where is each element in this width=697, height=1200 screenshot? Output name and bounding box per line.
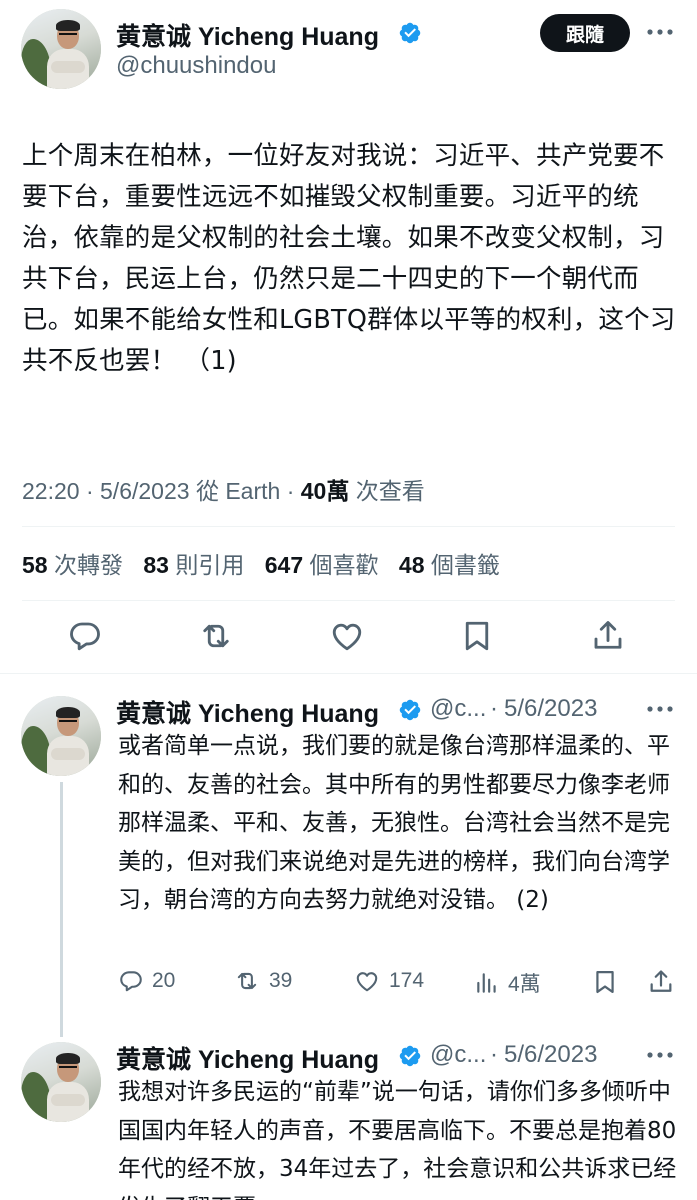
like-icon[interactable]: [329, 618, 365, 654]
views-count: 40萬: [300, 478, 350, 504]
reply-handle[interactable]: @c...: [430, 695, 486, 723]
views-icon: [477, 973, 496, 993]
share-icon[interactable]: [590, 618, 626, 654]
reply-text: 我想对许多民运的“前辈”说一句话，请你们多多倾听中国国内年轻人的声音，不要居高临…: [118, 1079, 677, 1200]
follow-button[interactable]: 跟隨: [540, 14, 630, 52]
tweet-stats: 58 次轉發 83 則引用 647 個喜歡 48 個書籤: [22, 546, 514, 580]
views-count: 4萬: [508, 973, 541, 996]
reply-reply-button[interactable]: 20: [118, 968, 175, 994]
retweet-icon: [237, 972, 257, 990]
stat-retweets[interactable]: 58 次轉發: [22, 552, 137, 578]
reply-like-button[interactable]: 174: [353, 968, 424, 994]
divider: [22, 600, 675, 601]
more-icon[interactable]: [646, 28, 674, 36]
reply-author-name[interactable]: 黄意诚 Yicheng Huang: [116, 1040, 379, 1076]
divider: [22, 526, 675, 527]
reply-date[interactable]: 5/6/2023: [504, 695, 597, 723]
tweet-text: 上个周末在柏林，一位好友对我说：习近平、共产党要不要下台，重要性远远不如摧毁父权…: [22, 141, 676, 376]
thread-line: [60, 782, 63, 1037]
avatar[interactable]: [21, 696, 101, 776]
tweet-source: 從 Earth: [195, 478, 281, 504]
share-icon[interactable]: [647, 968, 675, 996]
more-icon[interactable]: [646, 705, 674, 713]
reply-handle[interactable]: @c...: [430, 1041, 486, 1069]
reply-author-name[interactable]: 黄意诚 Yicheng Huang: [116, 694, 379, 730]
reply-icon[interactable]: [67, 618, 103, 654]
verified-badge-icon: [399, 699, 421, 721]
like-count: 174: [389, 969, 425, 992]
author-handle[interactable]: @chuushindou: [116, 52, 276, 80]
reply-icon: [120, 971, 142, 992]
tweet-meta: 22:20 · 5/6/2023 從 Earth · 40萬 次查看: [22, 478, 425, 504]
reply-views-button[interactable]: 4萬: [474, 968, 541, 998]
divider: [0, 673, 697, 674]
author-name[interactable]: 黄意诚 Yicheng Huang: [116, 17, 379, 53]
more-icon[interactable]: [646, 1051, 674, 1059]
avatar[interactable]: [21, 1042, 101, 1122]
bookmark-icon[interactable]: [591, 968, 619, 996]
like-icon: [356, 972, 378, 992]
reply-count: 20: [152, 969, 176, 992]
reply-text: 或者简单一点说，我们要的就是像台湾那样温柔的、平和的、友善的社会。其中所有的男性…: [118, 733, 670, 913]
reply-retweet-button[interactable]: 39: [233, 968, 292, 994]
stat-likes[interactable]: 647 個喜歡: [265, 552, 393, 578]
bookmark-icon[interactable]: [459, 618, 495, 654]
stat-quotes[interactable]: 83 則引用: [143, 552, 258, 578]
retweet-count: 39: [269, 969, 293, 992]
verified-badge-icon: [399, 1045, 421, 1067]
retweet-icon[interactable]: [198, 618, 234, 654]
views-label: 次查看: [355, 478, 425, 504]
avatar[interactable]: [21, 9, 101, 89]
stat-bookmarks[interactable]: 48 個書籤: [399, 552, 514, 578]
reply-date[interactable]: 5/6/2023: [504, 1041, 597, 1069]
verified-badge-icon: [399, 22, 421, 44]
tweet-time[interactable]: 22:20: [22, 478, 80, 504]
tweet-date[interactable]: 5/6/2023: [100, 478, 190, 504]
